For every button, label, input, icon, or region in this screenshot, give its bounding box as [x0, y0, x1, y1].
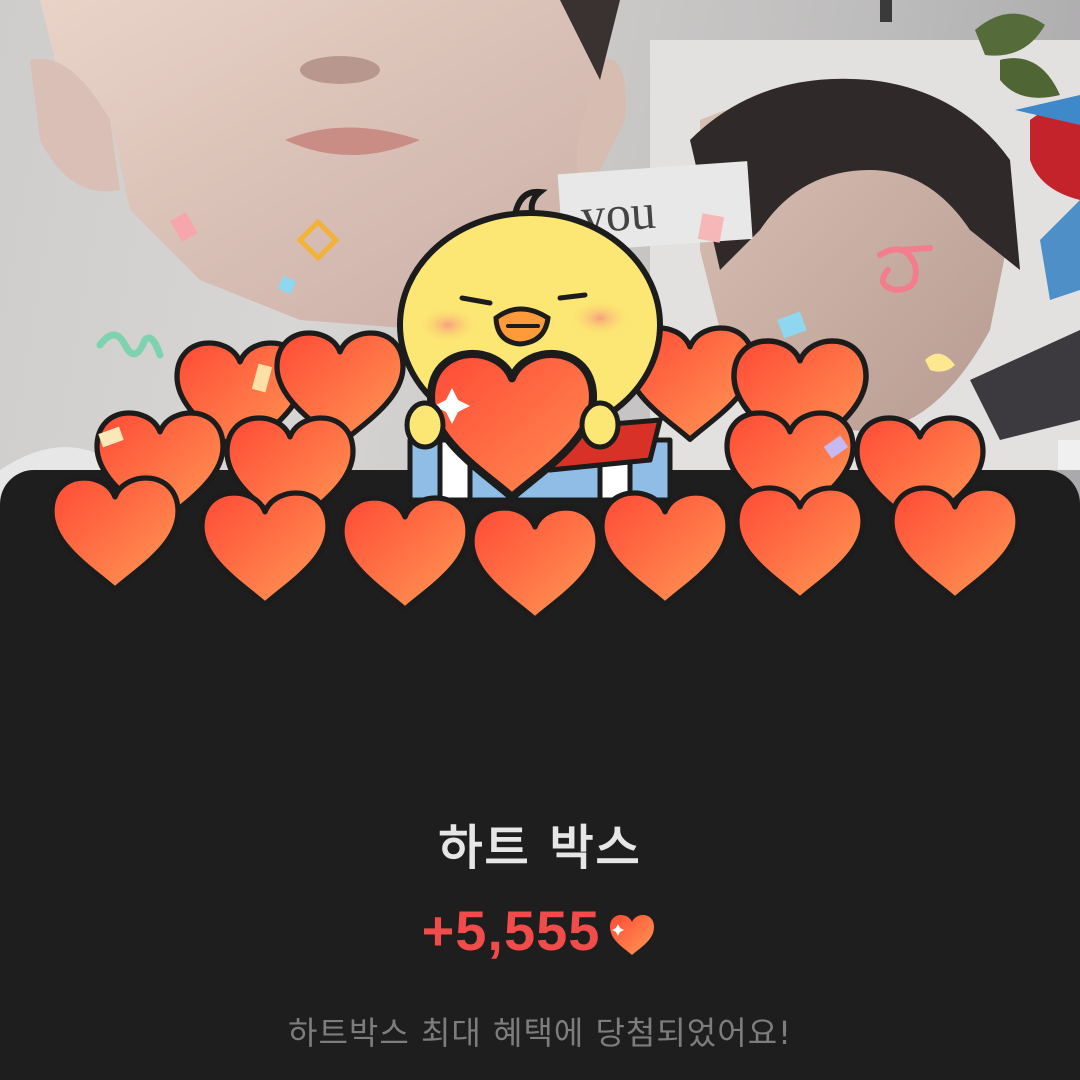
chick-heart-box-illustration	[0, 188, 1080, 680]
reward-amount-row: +5,555	[0, 898, 1080, 963]
reward-description: 하트박스 최대 혜택에 당첨되었어요!	[288, 1014, 792, 1052]
heart-icon	[610, 914, 655, 955]
reward-amount: +5,555	[421, 899, 601, 962]
reward-screen: you 하트 박스 +5,555 하트박스 최대 혜택에 당첨되었어요!	[0, 0, 1080, 1080]
reward-title: 하트 박스	[438, 820, 642, 876]
